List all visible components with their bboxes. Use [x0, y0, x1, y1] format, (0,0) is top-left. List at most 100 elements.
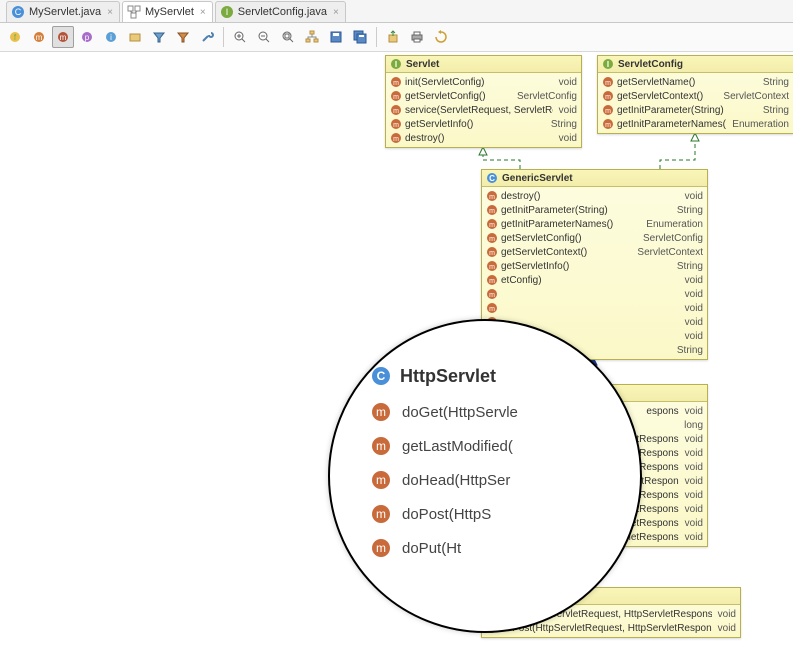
close-icon[interactable]: ×: [107, 7, 113, 18]
member-row[interactable]: mvoid: [482, 301, 707, 315]
field-private-icon[interactable]: f: [4, 26, 26, 48]
member-row[interactable]: mgetInitParameter(String)String: [598, 103, 793, 117]
magnifier-member-row: mgetLastModified(: [370, 435, 518, 457]
method-icon: m: [390, 104, 402, 116]
svg-text:C: C: [15, 7, 22, 17]
member-return-type: void: [685, 434, 703, 445]
method-icon: m: [486, 288, 498, 300]
method-public-icon[interactable]: m: [28, 26, 50, 48]
tab-label: ServletConfig.java: [238, 6, 327, 18]
tab-myservlet-diagram[interactable]: MyServlet ×: [122, 1, 213, 22]
member-row[interactable]: mgetServletName()String: [598, 75, 793, 89]
save-all-icon[interactable]: [349, 26, 371, 48]
member-row[interactable]: mgetServletContext()ServletContext: [598, 89, 793, 103]
close-icon[interactable]: ×: [333, 7, 339, 18]
node-header[interactable]: I ServletConfig: [598, 56, 793, 73]
svg-text:m: m: [376, 473, 386, 487]
tab-label: MyServlet.java: [29, 6, 101, 18]
svg-text:m: m: [376, 405, 386, 419]
interface-icon[interactable]: i: [100, 26, 122, 48]
wrench-icon[interactable]: [196, 26, 218, 48]
member-return-type: ServletConfig: [643, 233, 703, 244]
method-icon: m: [602, 90, 614, 102]
tab-servletconfig-java[interactable]: I ServletConfig.java ×: [215, 1, 346, 22]
member-row[interactable]: mgetInitParameter(String)String: [482, 203, 707, 217]
zoom-in-icon[interactable]: [229, 26, 251, 48]
member-return-type: void: [685, 191, 703, 202]
member-row[interactable]: mgetServletConfig()ServletConfig: [482, 231, 707, 245]
export-icon[interactable]: [382, 26, 404, 48]
method-icon: m: [602, 104, 614, 116]
member-row[interactable]: mgetInitParameterNames()Enumeration: [482, 217, 707, 231]
node-header[interactable]: C GenericServlet: [482, 170, 707, 187]
toolbar: f m m p i: [0, 23, 793, 52]
member-signature: destroy(): [501, 191, 679, 202]
member-return-type: void: [559, 105, 577, 116]
node-servlet[interactable]: I Servlet minit(ServletConfig)voidmgetSe…: [385, 55, 582, 148]
member-return-type: void: [685, 275, 703, 286]
member-row[interactable]: mdestroy() void: [386, 131, 581, 145]
member-row[interactable]: mgetServletConfig()ServletConfig: [386, 89, 581, 103]
node-title: GenericServlet: [502, 173, 573, 184]
filter-script-icon[interactable]: [172, 26, 194, 48]
zoom-out-icon[interactable]: [253, 26, 275, 48]
node-servletconfig[interactable]: I ServletConfig mgetServletName()Stringm…: [597, 55, 793, 134]
package-filter-icon[interactable]: [124, 26, 146, 48]
svg-text:m: m: [489, 250, 495, 257]
save-icon[interactable]: [325, 26, 347, 48]
toolbar-separator: [376, 27, 377, 47]
svg-text:I: I: [225, 7, 228, 17]
close-icon[interactable]: ×: [200, 7, 206, 18]
method-icon: m: [486, 232, 498, 244]
svg-text:m: m: [605, 80, 611, 87]
zoom-fit-icon[interactable]: [277, 26, 299, 48]
interface-icon: I: [220, 5, 234, 19]
member-return-type: void: [685, 406, 703, 417]
member-return-type: void: [559, 133, 577, 144]
method-icon: m: [486, 260, 498, 272]
magnifier-member-row: mdoPost(HttpS: [370, 503, 518, 525]
method-icon: m: [390, 118, 402, 130]
member-row[interactable]: mgetServletInfo()String: [386, 117, 581, 131]
magnifier-node-header: C HttpServlet: [370, 365, 518, 387]
toolbar-separator: [223, 27, 224, 47]
svg-text:m: m: [489, 236, 495, 243]
member-row[interactable]: mservice(ServletRequest, ServletResponsv…: [386, 103, 581, 117]
method-protected-icon[interactable]: m: [52, 26, 74, 48]
tab-myservlet-java[interactable]: C MyServlet.java ×: [6, 1, 120, 22]
refresh-icon[interactable]: [430, 26, 452, 48]
interface-icon: I: [602, 58, 614, 70]
method-icon: m: [486, 204, 498, 216]
member-signature: getInitParameter(String): [617, 105, 757, 116]
member-row[interactable]: metConfig)void: [482, 273, 707, 287]
magnifier-signature: doHead(HttpSer: [402, 472, 510, 489]
member-return-type: String: [677, 261, 703, 272]
print-icon[interactable]: [406, 26, 428, 48]
member-row[interactable]: m init(ServletConfig) void: [386, 75, 581, 89]
method-icon: m: [370, 537, 392, 559]
diagram-canvas[interactable]: I Servlet minit(ServletConfig)voidmgetSe…: [0, 52, 793, 645]
member-row[interactable]: mdestroy()void: [482, 189, 707, 203]
svg-text:m: m: [393, 80, 399, 87]
member-return-type: ServletConfig: [517, 91, 577, 102]
member-row[interactable]: mgetInitParameterNames()Enumeration: [598, 117, 793, 131]
member-row[interactable]: mgetServletInfo()String: [482, 259, 707, 273]
method-icon: m: [390, 132, 402, 144]
member-signature: destroy(): [405, 133, 553, 144]
diagram-icon: [127, 5, 141, 19]
member-signature: getInitParameterNames(): [617, 119, 726, 130]
method-icon: m: [486, 302, 498, 314]
member-signature: getServletContext(): [501, 247, 631, 258]
class-icon: C: [11, 5, 25, 19]
member-row[interactable]: mgetServletContext()ServletContext: [482, 245, 707, 259]
magnifier-member-row: mdoGet(HttpServle: [370, 401, 518, 423]
svg-text:m: m: [393, 108, 399, 115]
filter-icon[interactable]: [148, 26, 170, 48]
member-return-type: void: [559, 77, 577, 88]
member-signature: getInitParameterNames(): [501, 219, 640, 230]
member-signature: init(ServletConfig): [405, 77, 553, 88]
layout-icon[interactable]: [301, 26, 323, 48]
member-row[interactable]: mvoid: [482, 287, 707, 301]
node-header[interactable]: I Servlet: [386, 56, 581, 73]
package-icon[interactable]: p: [76, 26, 98, 48]
